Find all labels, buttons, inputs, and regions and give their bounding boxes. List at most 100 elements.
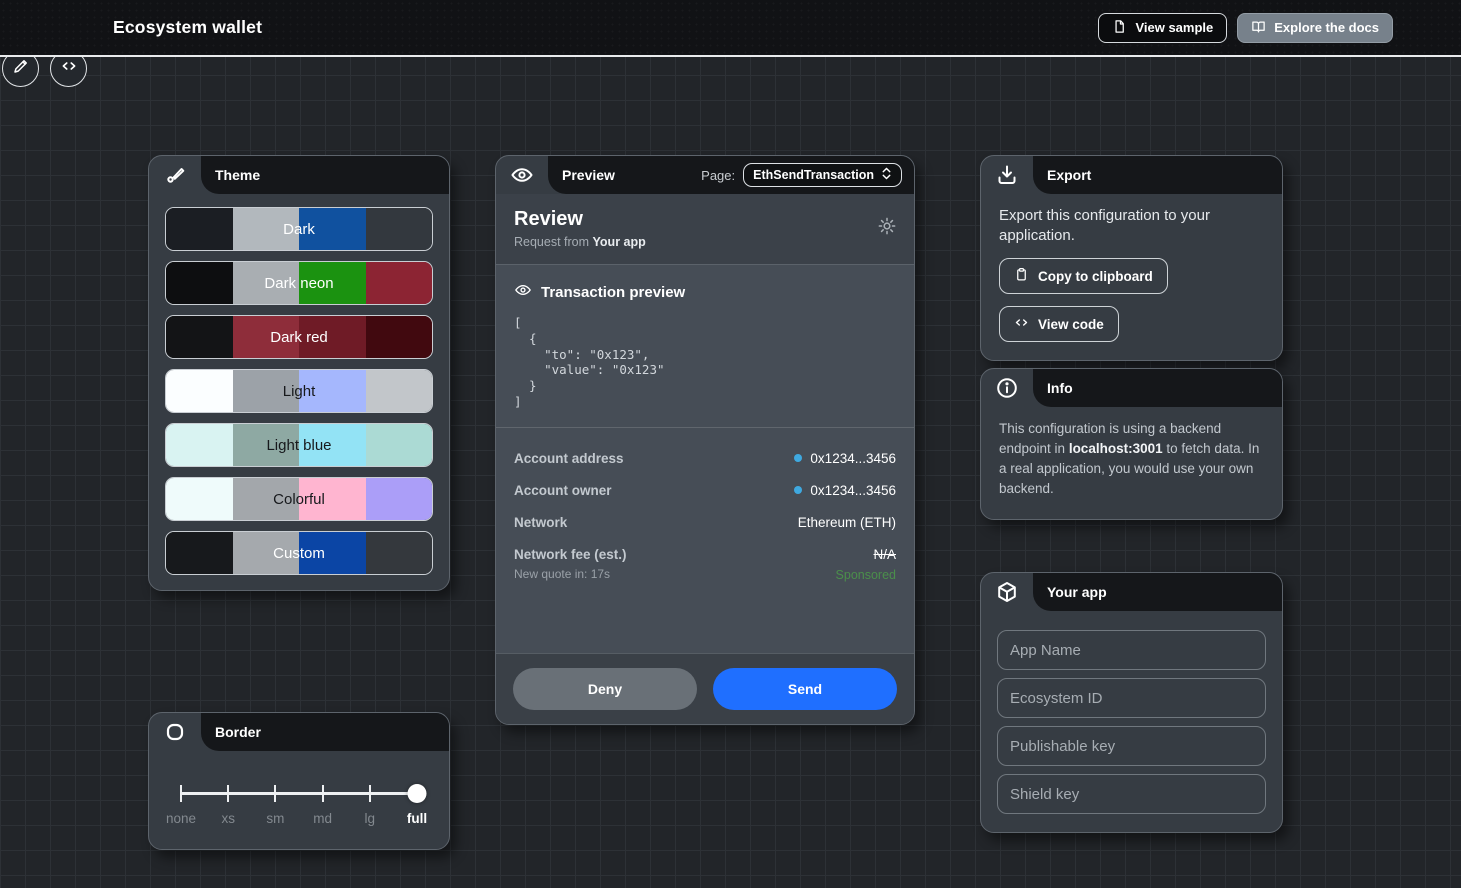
preview-footer: Deny Send	[496, 653, 914, 724]
view-sample-button[interactable]: View sample	[1098, 13, 1227, 43]
slider-tick[interactable]	[227, 785, 229, 802]
your-app-panel-header: Your app	[981, 573, 1282, 611]
theme-option-label: Colorful	[166, 478, 432, 520]
review-subtitle: Request from Your app	[514, 235, 896, 249]
border-option-none[interactable]: none	[166, 811, 196, 826]
info-panel-header: Info	[981, 369, 1282, 407]
explore-docs-label: Explore the docs	[1274, 20, 1379, 35]
theme-option-dark-red[interactable]: Dark red	[165, 315, 433, 359]
your-app-panel-title: Your app	[1047, 584, 1107, 600]
theme-option-custom[interactable]: Custom	[165, 531, 433, 575]
theme-option-label: Dark	[166, 208, 432, 250]
export-panel: Export Export this configuration to your…	[980, 155, 1283, 361]
theme-option-dark[interactable]: Dark	[165, 207, 433, 251]
theme-option-light[interactable]: Light	[165, 369, 433, 413]
review-title: Review	[514, 208, 896, 231]
code-icon	[1014, 315, 1029, 333]
info-icon	[994, 375, 1020, 401]
page-label: Page:	[701, 168, 735, 183]
slider-tick[interactable]	[369, 785, 371, 802]
info-panel-title: Info	[1047, 380, 1073, 396]
theme-option-label: Custom	[166, 532, 432, 574]
transaction-section: Transaction preview [ { "to": "0x123", "…	[496, 265, 914, 653]
border-option-full[interactable]: full	[407, 811, 427, 826]
shield-key-input[interactable]	[997, 774, 1266, 814]
slider-track[interactable]	[181, 792, 417, 795]
topbar-actions: View sample Explore the docs	[1098, 13, 1393, 43]
book-icon	[1251, 19, 1266, 37]
download-icon	[994, 162, 1020, 188]
settings-gear-icon[interactable]	[877, 216, 897, 241]
address-dot-icon	[794, 454, 802, 462]
your-app-panel: Your app	[980, 572, 1283, 833]
info-text: This configuration is using a backend en…	[981, 407, 1282, 519]
eye-icon	[509, 162, 535, 188]
transaction-json: [ { "to": "0x123", "value": "0x123" } ]	[514, 315, 896, 410]
chevron-updown-icon	[881, 167, 892, 183]
review-header: Review Request from Your app	[496, 194, 914, 265]
requesting-app-name: Your app	[593, 235, 646, 249]
address-dot-icon	[794, 486, 802, 494]
eye-icon	[514, 281, 532, 304]
theme-option-dark-neon[interactable]: Dark neon	[165, 261, 433, 305]
theme-option-label: Light	[166, 370, 432, 412]
theme-option-colorful[interactable]: Colorful	[165, 477, 433, 521]
page-select-value: EthSendTransaction	[753, 168, 874, 182]
page-select[interactable]: EthSendTransaction	[743, 163, 902, 187]
border-option-md[interactable]: md	[313, 811, 332, 826]
transaction-details: Account address 0x1234...3456 Account ow…	[514, 451, 896, 582]
code-icon	[60, 57, 78, 80]
publishable-key-input[interactable]	[997, 726, 1266, 766]
preview-panel-header: Preview Page: EthSendTransaction	[496, 156, 914, 194]
backend-endpoint: localhost:3001	[1069, 441, 1163, 456]
border-panel-title: Border	[215, 724, 261, 740]
border-panel: Border none xs sm md lg full	[148, 712, 450, 850]
send-button[interactable]: Send	[713, 668, 897, 710]
theme-panel-title: Theme	[215, 167, 260, 183]
border-option-xs[interactable]: xs	[221, 811, 235, 826]
fee-quote-countdown: New quote in: 17s	[514, 567, 627, 581]
view-code-button[interactable]: View code	[999, 306, 1119, 342]
rounded-square-icon	[162, 719, 188, 745]
app-name-input[interactable]	[997, 630, 1266, 670]
explore-docs-button[interactable]: Explore the docs	[1237, 13, 1393, 43]
preview-panel: Preview Page: EthSendTransaction Review …	[495, 155, 915, 725]
slider-handle[interactable]	[408, 784, 427, 803]
theme-panel: Theme Dark Dark neon Dark red Light Ligh…	[148, 155, 450, 591]
slider-tick[interactable]	[274, 785, 276, 802]
page-title: Ecosystem wallet	[113, 17, 262, 38]
network-value: Ethereum (ETH)	[798, 515, 896, 530]
deny-button[interactable]: Deny	[513, 668, 697, 710]
border-radius-slider[interactable]: none xs sm md lg full	[181, 773, 417, 831]
info-panel: Info This configuration is using a backe…	[980, 368, 1283, 520]
theme-option-label: Dark red	[166, 316, 432, 358]
border-option-lg[interactable]: lg	[365, 811, 376, 826]
detail-row-network: Network Ethereum (ETH)	[514, 515, 896, 530]
ecosystem-id-input[interactable]	[997, 678, 1266, 718]
detail-row-network-fee: Network fee (est.) New quote in: 17s N/A…	[514, 547, 896, 582]
account-address-value: 0x1234...3456	[810, 451, 896, 466]
theme-panel-header: Theme	[149, 156, 449, 194]
theme-option-light-blue[interactable]: Light blue	[165, 423, 433, 467]
export-panel-header: Export	[981, 156, 1282, 194]
export-description: Export this configuration to your applic…	[999, 206, 1249, 246]
border-option-sm[interactable]: sm	[266, 811, 284, 826]
slider-tick[interactable]	[322, 785, 324, 802]
file-icon	[1112, 19, 1127, 37]
border-panel-header: Border	[149, 713, 449, 751]
detail-row-account-owner: Account owner 0x1234...3456	[514, 483, 896, 498]
cube-icon	[994, 579, 1020, 605]
theme-option-label: Light blue	[166, 424, 432, 466]
export-panel-title: Export	[1047, 167, 1091, 183]
theme-option-label: Dark neon	[166, 262, 432, 304]
theme-list: Dark Dark neon Dark red Light Light blue…	[149, 194, 449, 590]
app-canvas: Ecosystem wallet View sample Explore the…	[0, 0, 1461, 888]
paintbrush-icon	[162, 162, 188, 188]
view-sample-label: View sample	[1135, 20, 1213, 35]
copy-to-clipboard-button[interactable]: Copy to clipboard	[999, 258, 1168, 294]
slider-tick[interactable]	[180, 785, 182, 802]
sponsored-badge: Sponsored	[836, 568, 896, 582]
detail-row-account-address: Account address 0x1234...3456	[514, 451, 896, 466]
pencil-icon	[12, 57, 30, 80]
account-owner-value: 0x1234...3456	[810, 483, 896, 498]
